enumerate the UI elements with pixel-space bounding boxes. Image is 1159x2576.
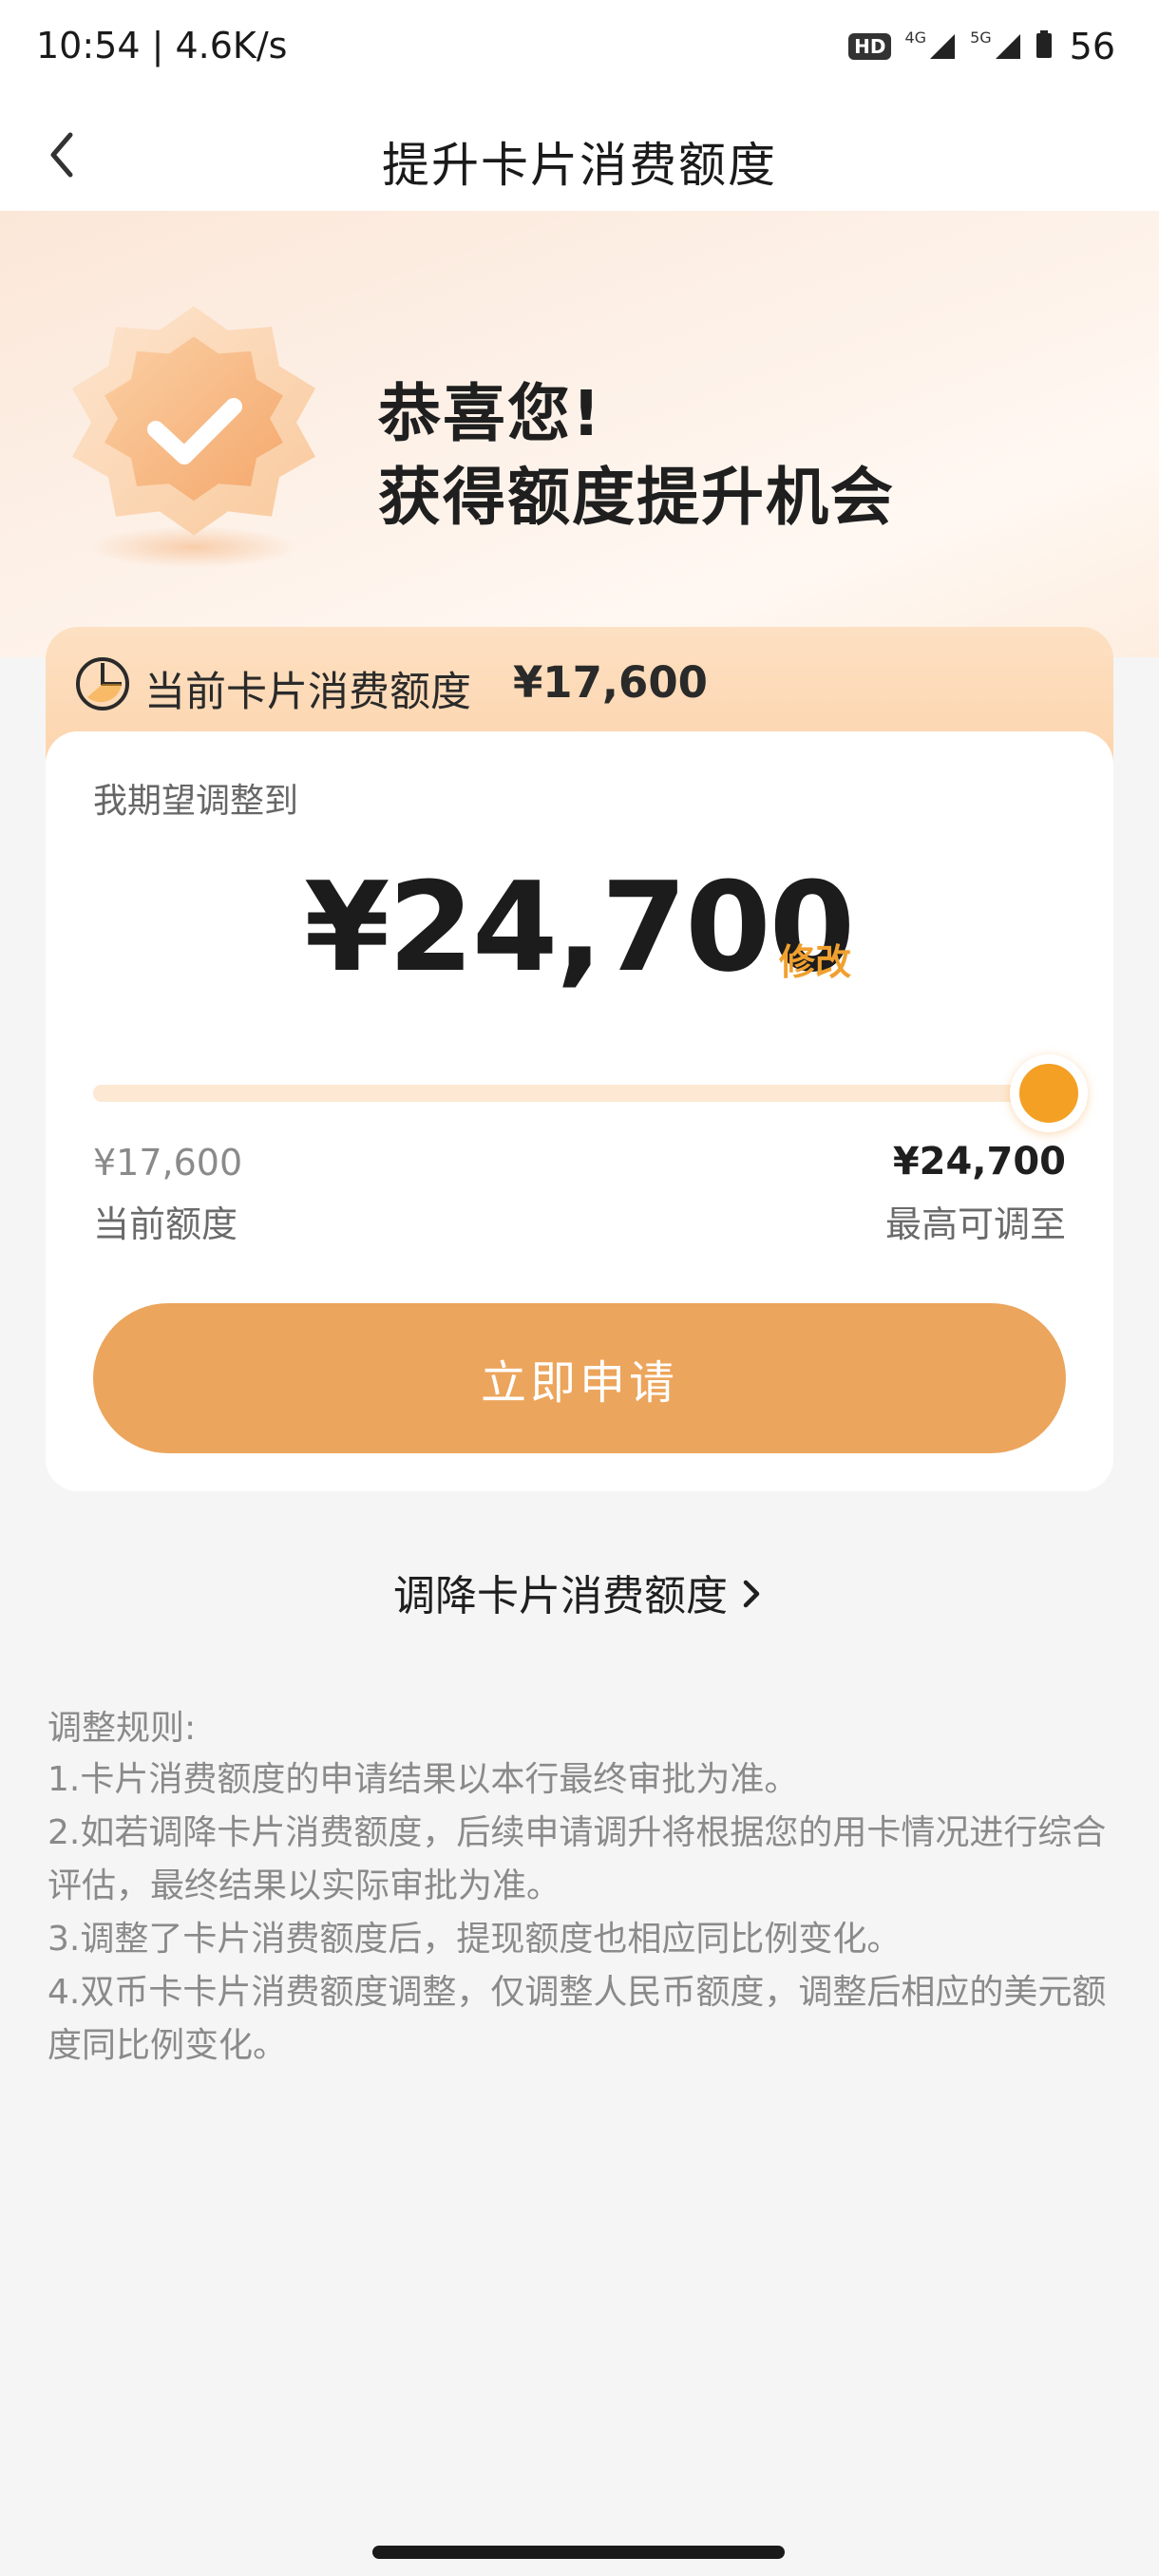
hd-icon: HD [848,33,892,60]
hero-title-line1: 恭喜您! [378,377,603,450]
status-time: 10:54 | 4.6K/s [36,25,287,66]
pie-clock-icon [74,655,131,712]
decrease-limit-label: 调降卡片消费额度 [393,1572,728,1620]
rule-item: 3.调整了卡片消费额度后，提现额度也相应同比例变化。 [48,1920,902,1959]
home-indicator[interactable] [372,2546,785,2559]
min-caption: 当前额度 [93,1203,238,1245]
battery-level: 56 [1069,26,1115,67]
clock-time: 10:54 [36,25,141,66]
check-badge-icon [51,302,336,587]
rule-item: 4.双币卡卡片消费额度调整，仅调整人民币额度，调整后相应的美元额度同比例变化。 [48,1973,1107,2065]
rule-item: 1.卡片消费额度的申请结果以本行最终审批为准。 [48,1760,799,1799]
apply-button[interactable]: 立即申请 [93,1303,1066,1453]
network-4g-label: 4G [904,28,927,47]
decrease-limit-link[interactable]: 调降卡片消费额度 [0,1562,1159,1623]
status-separator: | [151,25,176,66]
expect-label: 我期望调整到 [93,782,299,821]
max-value: ¥24,700 [892,1140,1066,1184]
chevron-right-icon [737,1575,766,1623]
signal-5g-icon: 5G [970,28,1022,61]
min-value: ¥17,600 [93,1142,243,1184]
status-bar: 10:54 | 4.6K/s HD 4G 5G 56 [0,0,1159,99]
slider-thumb[interactable] [1010,1054,1088,1132]
slider-fill [93,1085,1049,1102]
limit-adjust-card: 我期望调整到 ¥24,700 修改 ¥17,600 当前额度 ¥24,700 最… [46,731,1113,1491]
rules-title: 调整规则: [48,1709,197,1748]
target-amount: ¥24,700 [304,855,855,999]
signal-4g-icon: 4G [904,28,957,61]
nav-bar: 提升卡片消费额度 [0,99,1159,212]
network-speed: 4.6K/s [175,25,288,66]
edit-amount-link[interactable]: 修改 [779,933,851,985]
status-icons: HD 4G 5G 56 [848,23,1115,70]
current-limit-label: 当前卡片消费额度 [144,669,471,716]
limit-slider[interactable] [93,1054,1088,1132]
current-limit-amount: ¥17,600 [513,657,708,708]
rule-item: 2.如若调降卡片消费额度，后续申请调升将根据您的用卡情况进行综合评估，最终结果以… [48,1813,1107,1905]
network-5g-label: 5G [970,28,992,47]
hero-banner: 恭喜您! 获得额度提升机会 [0,211,1159,657]
max-caption: 最高可调至 [884,1203,1066,1245]
page-title: 提升卡片消费额度 [382,138,777,193]
battery-icon [1036,30,1053,63]
hero-title-line2: 获得额度提升机会 [378,461,895,534]
rules-list: 1.卡片消费额度的申请结果以本行最终审批为准。 2.如若调降卡片消费额度，后续申… [48,1753,1121,2073]
